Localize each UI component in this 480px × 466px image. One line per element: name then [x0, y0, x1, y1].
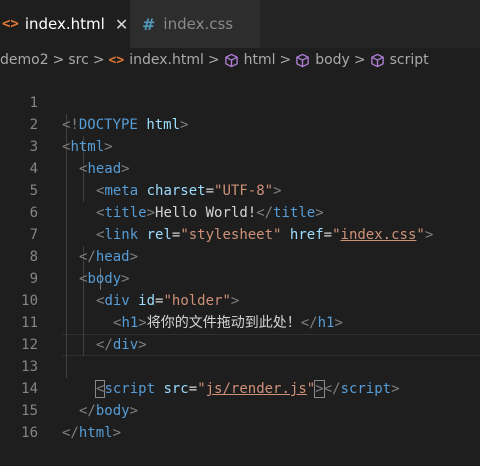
code-line: 8 <body> — [0, 224, 480, 287]
symbol-cube-icon — [224, 53, 238, 67]
code-line: 9 <div id="holder"> — [0, 246, 480, 309]
tab-label: index.css — [163, 15, 234, 33]
breadcrumb-item-element[interactable]: body — [315, 52, 350, 68]
breadcrumb-separator: > — [52, 52, 65, 68]
breadcrumb-separator: > — [279, 52, 292, 68]
code-line: 16 — [0, 400, 480, 441]
code-line: 2 <html> — [0, 92, 480, 155]
tag-name: html — [78, 425, 113, 441]
breadcrumb-item-file[interactable]: index.html — [129, 52, 204, 68]
code-line: 6 <link rel="stylesheet" href="index.css… — [0, 180, 480, 243]
code-line: 15 </html> — [0, 378, 480, 441]
breadcrumb-separator: > — [353, 52, 366, 68]
css-file-icon: # — [142, 14, 156, 34]
code-line: 11 </div> — [0, 290, 480, 353]
code-line-current: 13 <script src="js/render.js"></script> — [0, 334, 480, 398]
code-line: 12 — [0, 312, 480, 353]
code-line: 5 <title>Hello World!</title> — [0, 158, 480, 221]
tab-label: index.html — [24, 15, 105, 33]
symbol-cube-icon — [370, 53, 384, 67]
tab-index-css[interactable]: # index.css — [130, 0, 260, 48]
editor-tab-bar: <> index.html ✕ # index.css — [0, 0, 480, 48]
code-line: 7 </head> — [0, 202, 480, 265]
close-icon[interactable]: ✕ — [115, 15, 128, 34]
code-line: 4 <meta charset="UTF-8"> — [0, 136, 480, 199]
line-number: 16 — [21, 425, 38, 441]
breadcrumb-item-folder[interactable]: demo2 — [0, 52, 49, 68]
code-line: 1 <!DOCTYPE html> — [0, 70, 480, 133]
tab-index-html[interactable]: <> index.html ✕ — [0, 0, 130, 48]
breadcrumb: demo2 > src > <> index.html > html > bod… — [0, 48, 480, 72]
code-editor[interactable]: 1 <!DOCTYPE html> 2 <html> 3 <head> 4 <m… — [0, 70, 480, 441]
html-file-icon: <> — [2, 16, 19, 32]
breadcrumb-item-element[interactable]: html — [244, 52, 276, 68]
breadcrumb-separator: > — [92, 52, 105, 68]
breadcrumb-separator: > — [207, 52, 220, 68]
code-line: 10 <h1>将你的文件拖动到此处！</h1> — [0, 268, 480, 331]
code-line: 14 </body> — [0, 356, 480, 419]
symbol-cube-icon — [296, 53, 309, 67]
code-line: 3 <head> — [0, 114, 480, 177]
breadcrumb-item-folder[interactable]: src — [68, 52, 88, 68]
breadcrumb-item-element[interactable]: script — [390, 52, 429, 68]
html-file-icon: <> — [108, 52, 125, 68]
